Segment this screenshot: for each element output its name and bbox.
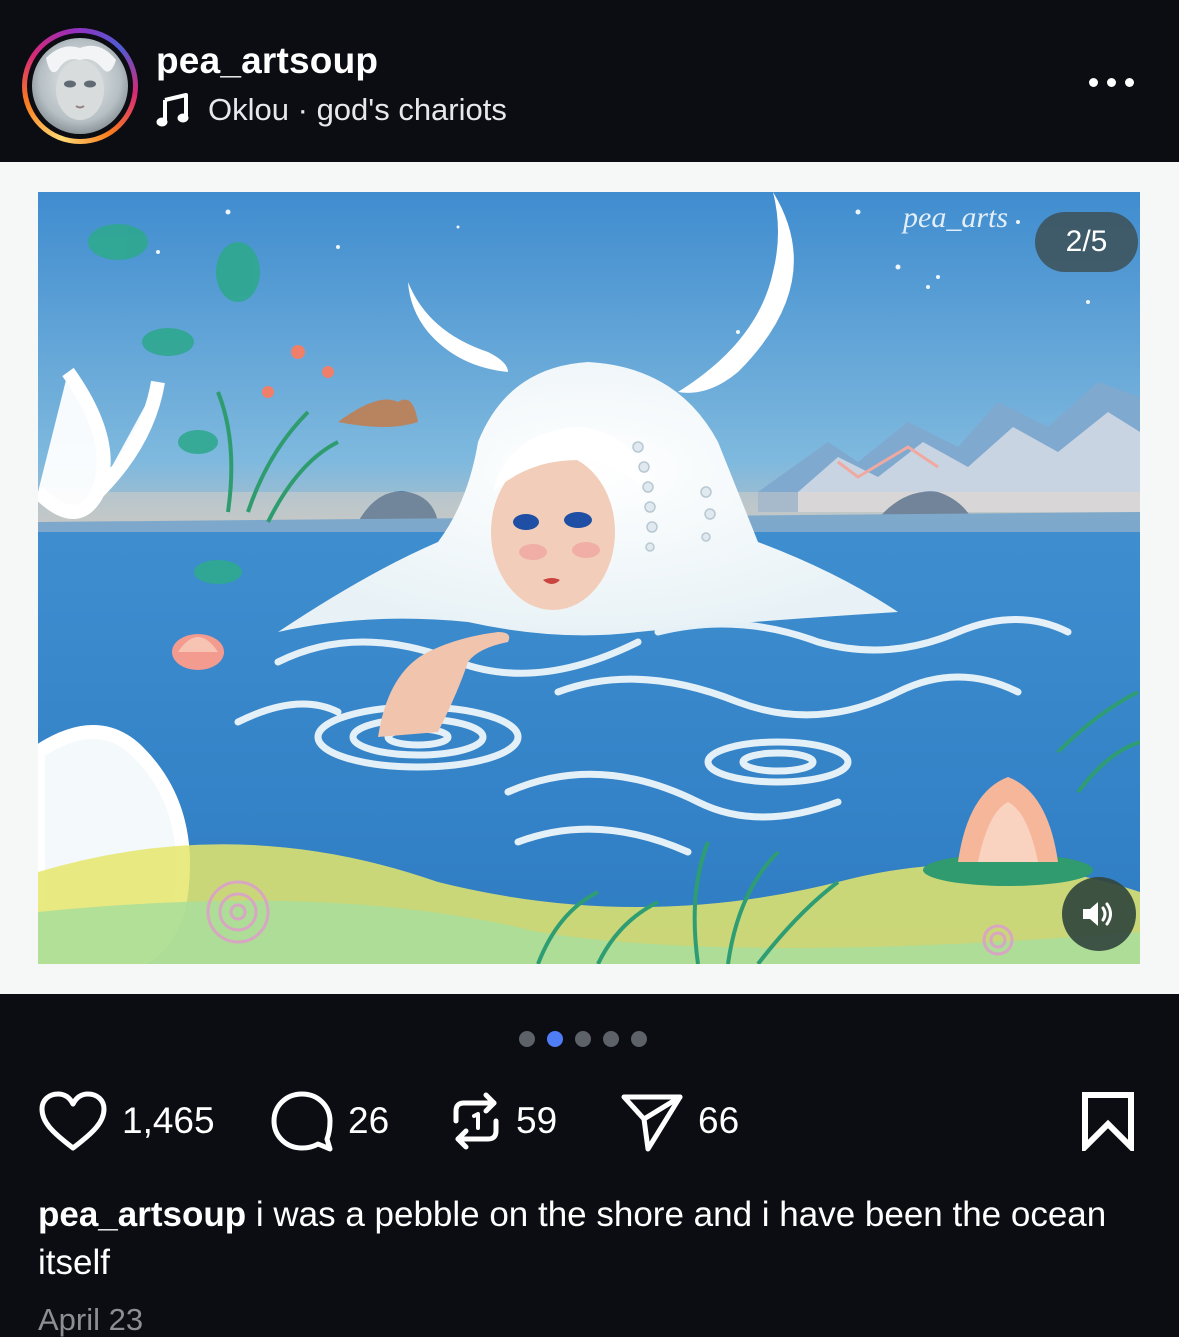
music-note-icon: [156, 93, 189, 127]
comment-count: 26: [348, 1100, 390, 1141]
avatar[interactable]: [32, 38, 128, 134]
repost-icon: [453, 1092, 499, 1150]
like-button[interactable]: 1,465: [38, 1085, 215, 1157]
caption-username[interactable]: pea_artsoup: [38, 1195, 246, 1234]
post-media[interactable]: pea_arts: [0, 162, 1179, 994]
comment-icon: [271, 1091, 333, 1152]
bookmark-icon[interactable]: [1079, 1091, 1137, 1151]
repost-button[interactable]: 59: [450, 1085, 557, 1157]
heart-icon: [39, 1091, 107, 1151]
carousel-dot[interactable]: [519, 1031, 535, 1047]
carousel-dot[interactable]: [631, 1031, 647, 1047]
share-icon: [621, 1094, 683, 1152]
carousel-dots: [519, 1031, 660, 1047]
more-options-button[interactable]: [1080, 62, 1142, 102]
post-caption: pea_artsoup i was a pebble on the shore …: [38, 1191, 1138, 1287]
speaker-icon: [1083, 902, 1112, 926]
music-artist: Oklou: [208, 92, 289, 127]
comment-button[interactable]: 26: [270, 1085, 389, 1157]
carousel-dot[interactable]: [575, 1031, 591, 1047]
music-info[interactable]: Oklou · god's chariots: [156, 90, 507, 130]
post-date: April 23: [38, 1302, 144, 1337]
carousel-dot-active[interactable]: [547, 1031, 563, 1047]
avatar-image: [32, 38, 128, 134]
audio-toggle-button[interactable]: [1062, 877, 1136, 951]
carousel-dot[interactable]: [603, 1031, 619, 1047]
avatar-story-ring[interactable]: [22, 28, 138, 144]
artwork-image[interactable]: pea_arts: [38, 192, 1140, 964]
share-count: 66: [698, 1100, 740, 1141]
music-track: god's chariots: [316, 92, 507, 127]
watermark-text: pea_arts: [901, 201, 1008, 234]
more-horizontal-icon: [1088, 77, 1098, 87]
music-separator: ·: [297, 92, 308, 127]
like-count: 1,465: [122, 1100, 215, 1141]
share-button[interactable]: 66: [620, 1085, 739, 1157]
post-actions: 1,465 26 59 66: [0, 1085, 1179, 1157]
post-username[interactable]: pea_artsoup: [156, 40, 378, 82]
post-header: pea_artsoup Oklou · god's chariots: [0, 0, 1179, 162]
repost-count: 59: [516, 1100, 558, 1141]
carousel-page-indicator: 2/5: [1035, 212, 1138, 272]
